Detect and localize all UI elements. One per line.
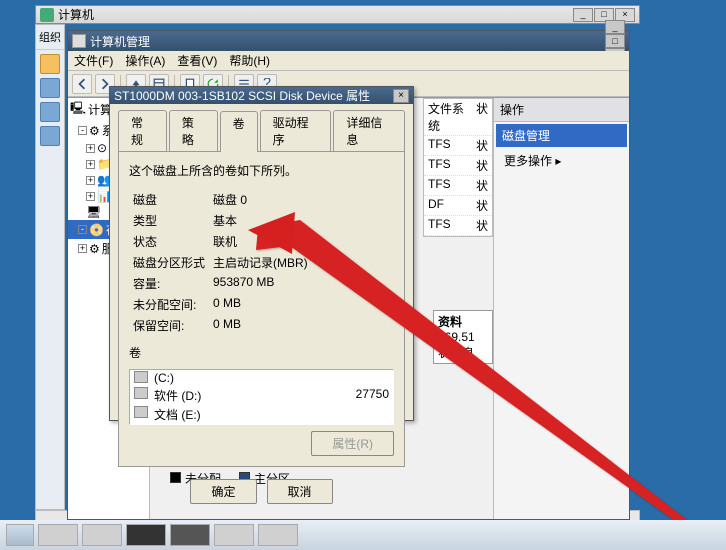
ok-button[interactable]: 确定 <box>190 479 256 504</box>
volume-row[interactable]: 软件 (D:)27750 <box>130 386 393 405</box>
back-button[interactable] <box>72 74 92 94</box>
drive-icon <box>134 406 148 418</box>
favorites-icon[interactable] <box>40 54 60 74</box>
tab-details[interactable]: 详细信息 <box>333 110 405 151</box>
start-button[interactable] <box>6 524 34 546</box>
libraries-icon[interactable] <box>40 78 60 98</box>
row-type: 类型基本 <box>129 210 312 231</box>
network-icon[interactable] <box>40 126 60 146</box>
prop-close-button[interactable]: × <box>393 89 409 103</box>
menu-action[interactable]: 操作(A) <box>125 52 165 69</box>
list-row[interactable]: TFS状 <box>424 216 492 236</box>
tab-policy[interactable]: 策略 <box>169 110 218 151</box>
col-header[interactable]: 文件系统状 <box>424 99 492 136</box>
actions-header: 操作 <box>494 98 629 122</box>
mgmt-max-button[interactable]: □ <box>605 34 625 48</box>
mgmt-menubar: 文件(F) 操作(A) 查看(V) 帮助(H) <box>68 51 629 71</box>
prop-titlebar: ST1000DM 003-1SB102 SCSI Disk Device 属性 … <box>110 87 413 104</box>
vol-header: 卷 <box>129 344 394 361</box>
actions-section: 磁盘管理 <box>496 124 627 147</box>
more-actions[interactable]: 更多操作 ▸ <box>494 149 629 172</box>
partition-info-box[interactable]: 资料 269.51 状态良 <box>433 310 493 364</box>
taskbar-item[interactable] <box>214 524 254 546</box>
row-capacity: 容量:953870 MB <box>129 273 312 294</box>
mgmt-min-button[interactable]: _ <box>605 20 625 34</box>
organize-label[interactable]: 组织 <box>36 25 64 50</box>
prop-title: ST1000DM 003-1SB102 SCSI Disk Device 属性 <box>114 87 370 104</box>
drive-icon <box>134 387 148 399</box>
tab-volumes[interactable]: 卷 <box>220 111 258 152</box>
tab-general[interactable]: 常规 <box>118 110 167 151</box>
explorer-min-button[interactable]: _ <box>573 8 593 22</box>
menu-view[interactable]: 查看(V) <box>177 52 217 69</box>
row-status: 状态联机 <box>129 231 312 252</box>
mgmt-icon <box>72 34 86 48</box>
list-row[interactable]: TFS状 <box>424 176 492 196</box>
computer-nav-icon[interactable] <box>40 102 60 122</box>
prop-content: 这个磁盘上所含的卷如下所列。 磁盘磁盘 0 类型基本 状态联机 磁盘分区形式主启… <box>118 151 405 467</box>
explorer-titlebar: 计算机 _ □ × <box>35 5 640 24</box>
list-row[interactable]: TFS状 <box>424 136 492 156</box>
explorer-sidebar: 组织 <box>35 24 65 510</box>
taskbar-item[interactable] <box>170 524 210 546</box>
chevron-right-icon: ▸ <box>555 154 561 168</box>
mgmt-titlebar: 计算机管理 _ □ × <box>68 31 629 51</box>
taskbar[interactable] <box>0 520 726 550</box>
properties-dialog: ST1000DM 003-1SB102 SCSI Disk Device 属性 … <box>109 86 414 421</box>
taskbar-item[interactable] <box>126 524 166 546</box>
list-row[interactable]: DF状 <box>424 196 492 216</box>
row-unallocated: 未分配空间:0 MB <box>129 294 312 315</box>
explorer-title: 计算机 <box>58 6 94 23</box>
partition-size: 269.51 <box>438 330 488 344</box>
volume-listbox[interactable]: (C:) 软件 (D:)27750 文档 (E:) <box>129 369 394 425</box>
mgmt-title: 计算机管理 <box>90 33 150 50</box>
row-disk: 磁盘磁盘 0 <box>129 189 312 210</box>
tab-driver[interactable]: 驱动程序 <box>260 110 332 151</box>
row-reserved: 保留空间:0 MB <box>129 315 312 336</box>
cancel-button[interactable]: 取消 <box>267 479 333 504</box>
info-text: 这个磁盘上所含的卷如下所列。 <box>129 162 394 179</box>
dialog-buttons: 确定 取消 <box>110 475 413 510</box>
volume-row[interactable]: 文档 (E:) <box>130 405 393 424</box>
volume-properties-button[interactable]: 属性(R) <box>311 431 394 456</box>
partition-name: 资料 <box>438 313 488 330</box>
menu-file[interactable]: 文件(F) <box>74 52 113 69</box>
taskbar-item[interactable] <box>82 524 122 546</box>
volume-row[interactable]: (C:) <box>130 370 393 386</box>
prop-tabs: 常规 策略 卷 驱动程序 详细信息 <box>110 104 413 151</box>
menu-help[interactable]: 帮助(H) <box>229 52 270 69</box>
drive-icon <box>134 371 148 383</box>
taskbar-item[interactable] <box>38 524 78 546</box>
list-row[interactable]: TFS状 <box>424 156 492 176</box>
disk-info-table: 磁盘磁盘 0 类型基本 状态联机 磁盘分区形式主启动记录(MBR) 容量:953… <box>129 189 312 336</box>
row-partition-style: 磁盘分区形式主启动记录(MBR) <box>129 252 312 273</box>
partition-status: 状态良 <box>438 344 488 361</box>
taskbar-item[interactable] <box>258 524 298 546</box>
computer-icon <box>40 8 54 22</box>
volume-list-peek: 文件系统状 TFS状 TFS状 TFS状 DF状 TFS状 <box>423 98 493 237</box>
actions-pane: 操作 磁盘管理 更多操作 ▸ <box>494 98 629 519</box>
